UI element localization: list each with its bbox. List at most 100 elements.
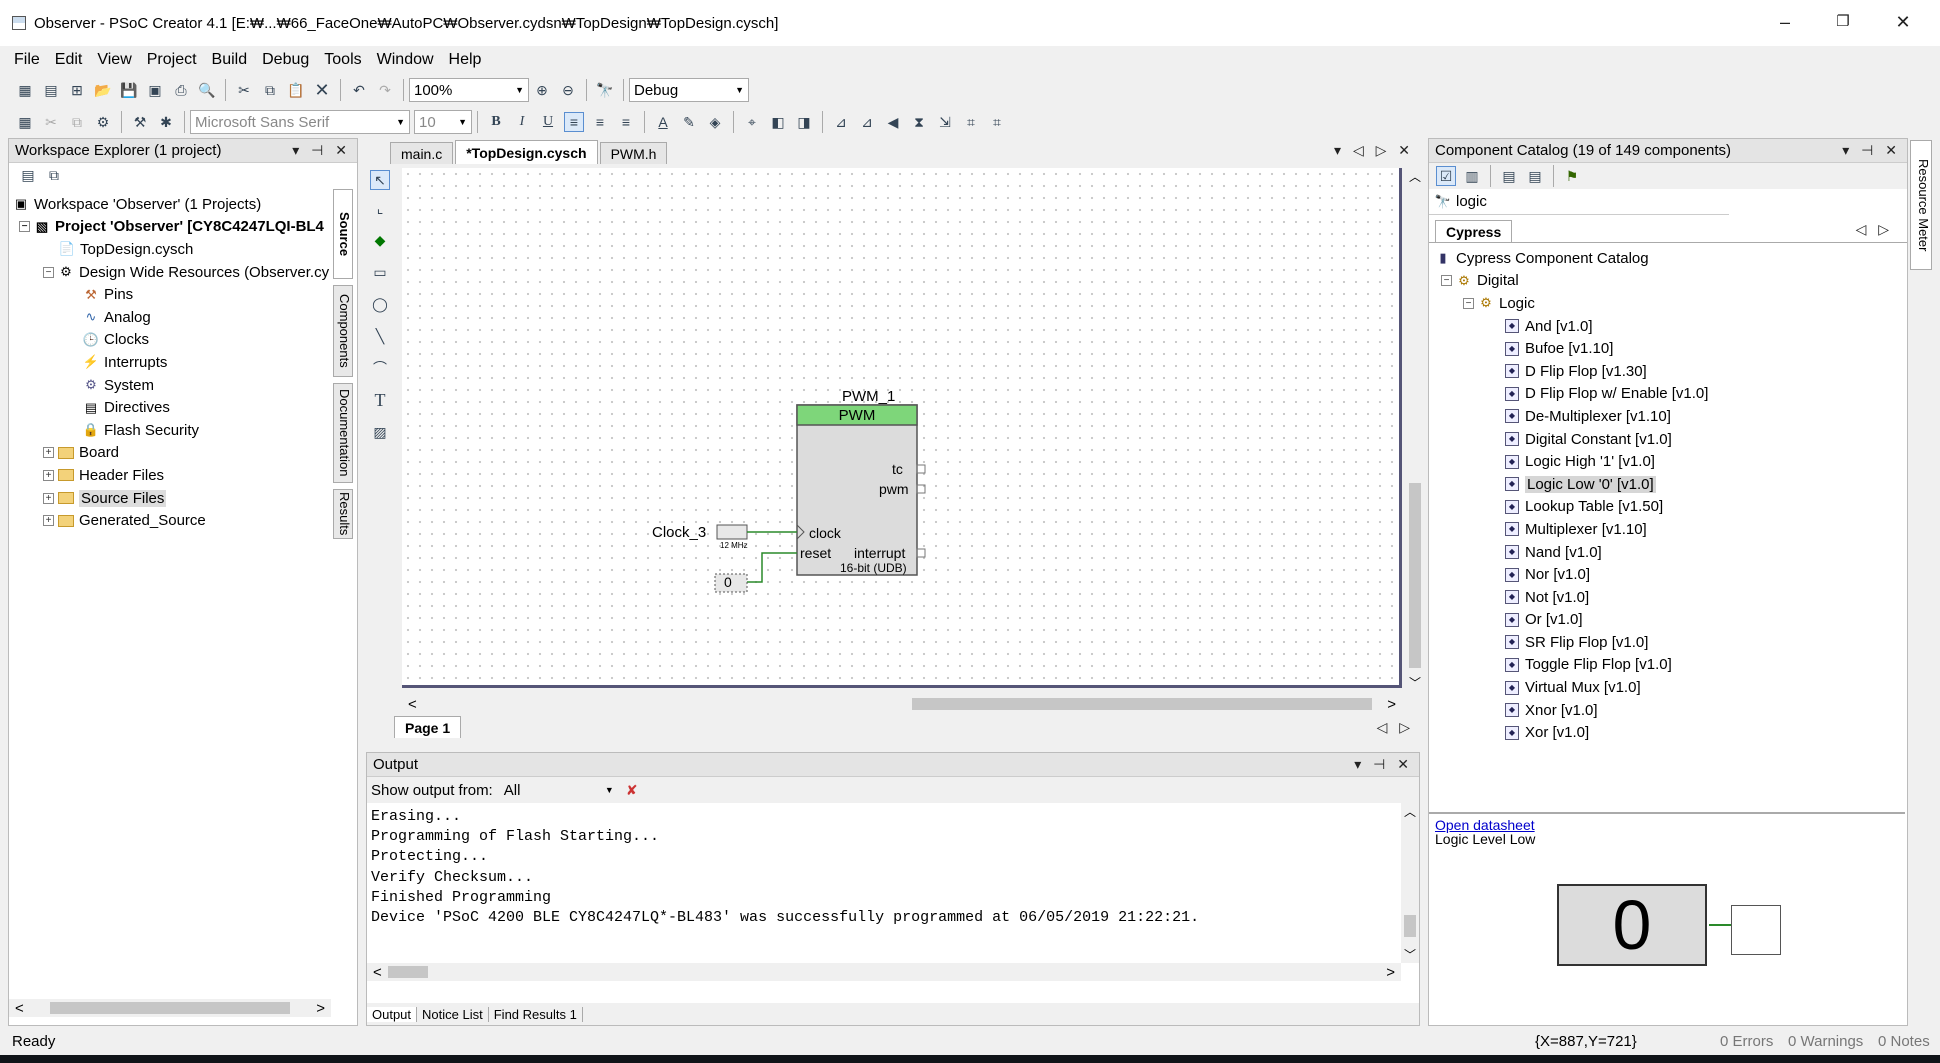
collapse-icon[interactable]: − [1441, 275, 1452, 287]
error-count[interactable]: 0 Errors [1720, 1033, 1773, 1050]
page-nav-controls[interactable]: ◁ ▷ [1377, 719, 1414, 736]
scroll-up-icon[interactable]: ︿ [1406, 168, 1424, 185]
bold-icon[interactable]: B [486, 112, 506, 132]
catalog-item[interactable]: ◆ Nand [v1.0] [1435, 541, 1907, 564]
catalog-item[interactable]: ◆ Toggle Flip Flop [v1.0] [1435, 654, 1907, 677]
catalog-item[interactable]: ◆ Lookup Table [v1.50] [1435, 496, 1907, 519]
program-icon[interactable]: ✱ [156, 112, 176, 132]
zoom-combo[interactable]: 100% ▼ [409, 78, 529, 102]
component-tool-icon[interactable]: ◆ [370, 230, 390, 250]
rotate-icon[interactable]: ⊿ [857, 112, 877, 132]
tree-item-clocks[interactable]: 🕒 Clocks [13, 329, 331, 352]
expand-icon[interactable]: + [43, 492, 54, 504]
new-project-icon[interactable]: ▦ [15, 80, 35, 100]
scroll-left-icon[interactable]: < [408, 696, 417, 713]
tree-item-system[interactable]: ⚙ System [13, 374, 331, 397]
catalog-item[interactable]: ◆ Bufoe [v1.10] [1435, 337, 1907, 360]
scroll-thumb[interactable] [387, 966, 428, 978]
catalog-item[interactable]: ◆ Digital Constant [v1.0] [1435, 428, 1907, 451]
insert-icon[interactable]: ▦ [15, 112, 35, 132]
scroll-left-icon[interactable]: < [373, 964, 382, 981]
tree-item-workspace[interactable]: ▣ Workspace 'Observer' (1 Projects) [13, 193, 331, 216]
scroll-left-icon[interactable]: < [15, 1000, 24, 1017]
group-icon[interactable]: ⌗ [961, 112, 981, 132]
scroll-thumb[interactable] [1409, 483, 1421, 668]
collapse-icon[interactable]: − [1463, 297, 1474, 309]
catalog-item[interactable]: ◆ And [v1.0] [1435, 315, 1907, 338]
catalog-item[interactable]: ◆ Not [v1.0] [1435, 586, 1907, 609]
add-item-icon[interactable]: ⊞ [67, 80, 87, 100]
scroll-thumb[interactable] [912, 698, 1372, 710]
panel-controls[interactable]: ▾ ⊣ ✕ [1354, 756, 1413, 773]
pwm-terminal[interactable] [916, 484, 926, 494]
scroll-down-icon[interactable]: ﹀ [1401, 946, 1419, 963]
catalog-item[interactable]: ◆ Xnor [v1.0] [1435, 699, 1907, 722]
catalog-view-icon[interactable]: ☑ [1436, 166, 1456, 186]
canvas-vertical-scrollbar[interactable]: ︿ ﹀ [1406, 168, 1424, 691]
tree-item-board[interactable]: + Board [13, 442, 331, 465]
collapse-icon[interactable]: − [19, 221, 30, 233]
tree-item-topdesign[interactable]: 📄 TopDesign.cysch [13, 238, 331, 261]
catalog-item[interactable]: ◆ De-Multiplexer [v1.10] [1435, 405, 1907, 428]
open-datasheet-link[interactable]: Open datasheet [1435, 818, 1899, 832]
new-item-icon[interactable]: ▤ [41, 80, 61, 100]
font-combo[interactable]: Microsoft Sans Serif ▼ [190, 110, 410, 134]
catalog-item[interactable]: ◆ Xor [v1.0] [1435, 721, 1907, 744]
tab-topdesign[interactable]: *TopDesign.cysch [455, 140, 598, 164]
fill-color-icon[interactable]: ◈ [705, 112, 725, 132]
panel-controls[interactable]: ▾ ⊣ ✕ [292, 142, 351, 159]
minimize-button[interactable]: – [1770, 10, 1800, 34]
side-tab-components[interactable]: Components [333, 285, 353, 377]
notes-count[interactable]: 0 Notes [1878, 1033, 1930, 1050]
clear-output-icon[interactable]: ✘ [622, 780, 642, 800]
print-icon[interactable]: ⎙ [171, 80, 191, 100]
underline-icon[interactable]: U [538, 112, 558, 132]
redo-icon[interactable]: ↷ [375, 80, 395, 100]
select-tool-icon[interactable]: ↖ [370, 170, 390, 190]
catalog-root[interactable]: ▮ Cypress Component Catalog [1435, 247, 1907, 270]
align-right-icon[interactable]: ≡ [616, 112, 636, 132]
tree-item-analog[interactable]: ∿ Analog [13, 306, 331, 329]
tree-item-design-wide-resources[interactable]: − ⚙ Design Wide Resources (Observer.cy [13, 261, 331, 284]
align-center-icon[interactable]: ≡ [590, 112, 610, 132]
tab-nav-controls[interactable]: ◁ ▷ [1856, 221, 1893, 238]
zoom-in-icon[interactable]: ⊕ [532, 80, 552, 100]
scroll-right-icon[interactable]: > [1386, 964, 1395, 981]
save-all-icon[interactable]: ▣ [145, 80, 165, 100]
text-tool-icon[interactable]: T [370, 390, 390, 410]
tree-item-header-files[interactable]: + Header Files [13, 464, 331, 487]
align-left-icon[interactable]: ≡ [564, 112, 584, 132]
expand-icon[interactable]: + [43, 447, 54, 459]
catalog-item[interactable]: ◆ Or [v1.0] [1435, 609, 1907, 632]
maximize-button[interactable]: ❐ [1828, 10, 1858, 34]
output-vertical-scrollbar[interactable]: ︿ ﹀ [1401, 803, 1419, 963]
catalog-tree-icon[interactable]: ▥ [1462, 166, 1482, 186]
menu-project[interactable]: Project [147, 51, 197, 69]
format-painter-icon[interactable]: ⌖ [742, 112, 762, 132]
output-horizontal-scrollbar[interactable]: < > [367, 963, 1401, 981]
scroll-right-icon[interactable]: > [316, 1000, 325, 1017]
mirror-icon[interactable]: ⧗ [909, 112, 929, 132]
build-config-combo[interactable]: Debug ▼ [629, 78, 749, 102]
menu-debug[interactable]: Debug [262, 51, 309, 69]
expand-icon[interactable]: + [43, 515, 54, 527]
catalog-item[interactable]: ◆ Multiplexer [v1.10] [1435, 518, 1907, 541]
tab-pwm-h[interactable]: PWM.h [599, 142, 668, 164]
catalog-item[interactable]: ◆ Virtual Mux [v1.0] [1435, 676, 1907, 699]
menu-file[interactable]: File [14, 51, 40, 69]
send-back-icon[interactable]: ◨ [794, 112, 814, 132]
tab-notice-list[interactable]: Notice List [417, 1006, 489, 1022]
print-preview-icon[interactable]: 🔍 [197, 80, 217, 100]
zoom-out-icon[interactable]: ⊖ [558, 80, 578, 100]
menu-build[interactable]: Build [212, 51, 248, 69]
menu-help[interactable]: Help [449, 51, 482, 69]
scroll-down-icon[interactable]: ﹀ [1406, 674, 1424, 691]
scroll-thumb[interactable] [1404, 915, 1416, 937]
tree-item-generated-source[interactable]: + Generated_Source [13, 509, 331, 532]
paste-icon[interactable]: 📋 [286, 80, 306, 100]
tree-item-flash-security[interactable]: 🔒 Flash Security [13, 419, 331, 442]
tab-find-results[interactable]: Find Results 1 [489, 1006, 583, 1022]
output-text-area[interactable]: Erasing... Programming of Flash Starting… [367, 803, 1419, 983]
tree-item-source-files[interactable]: + Source Files [13, 487, 331, 510]
undo-icon[interactable]: ↶ [349, 80, 369, 100]
